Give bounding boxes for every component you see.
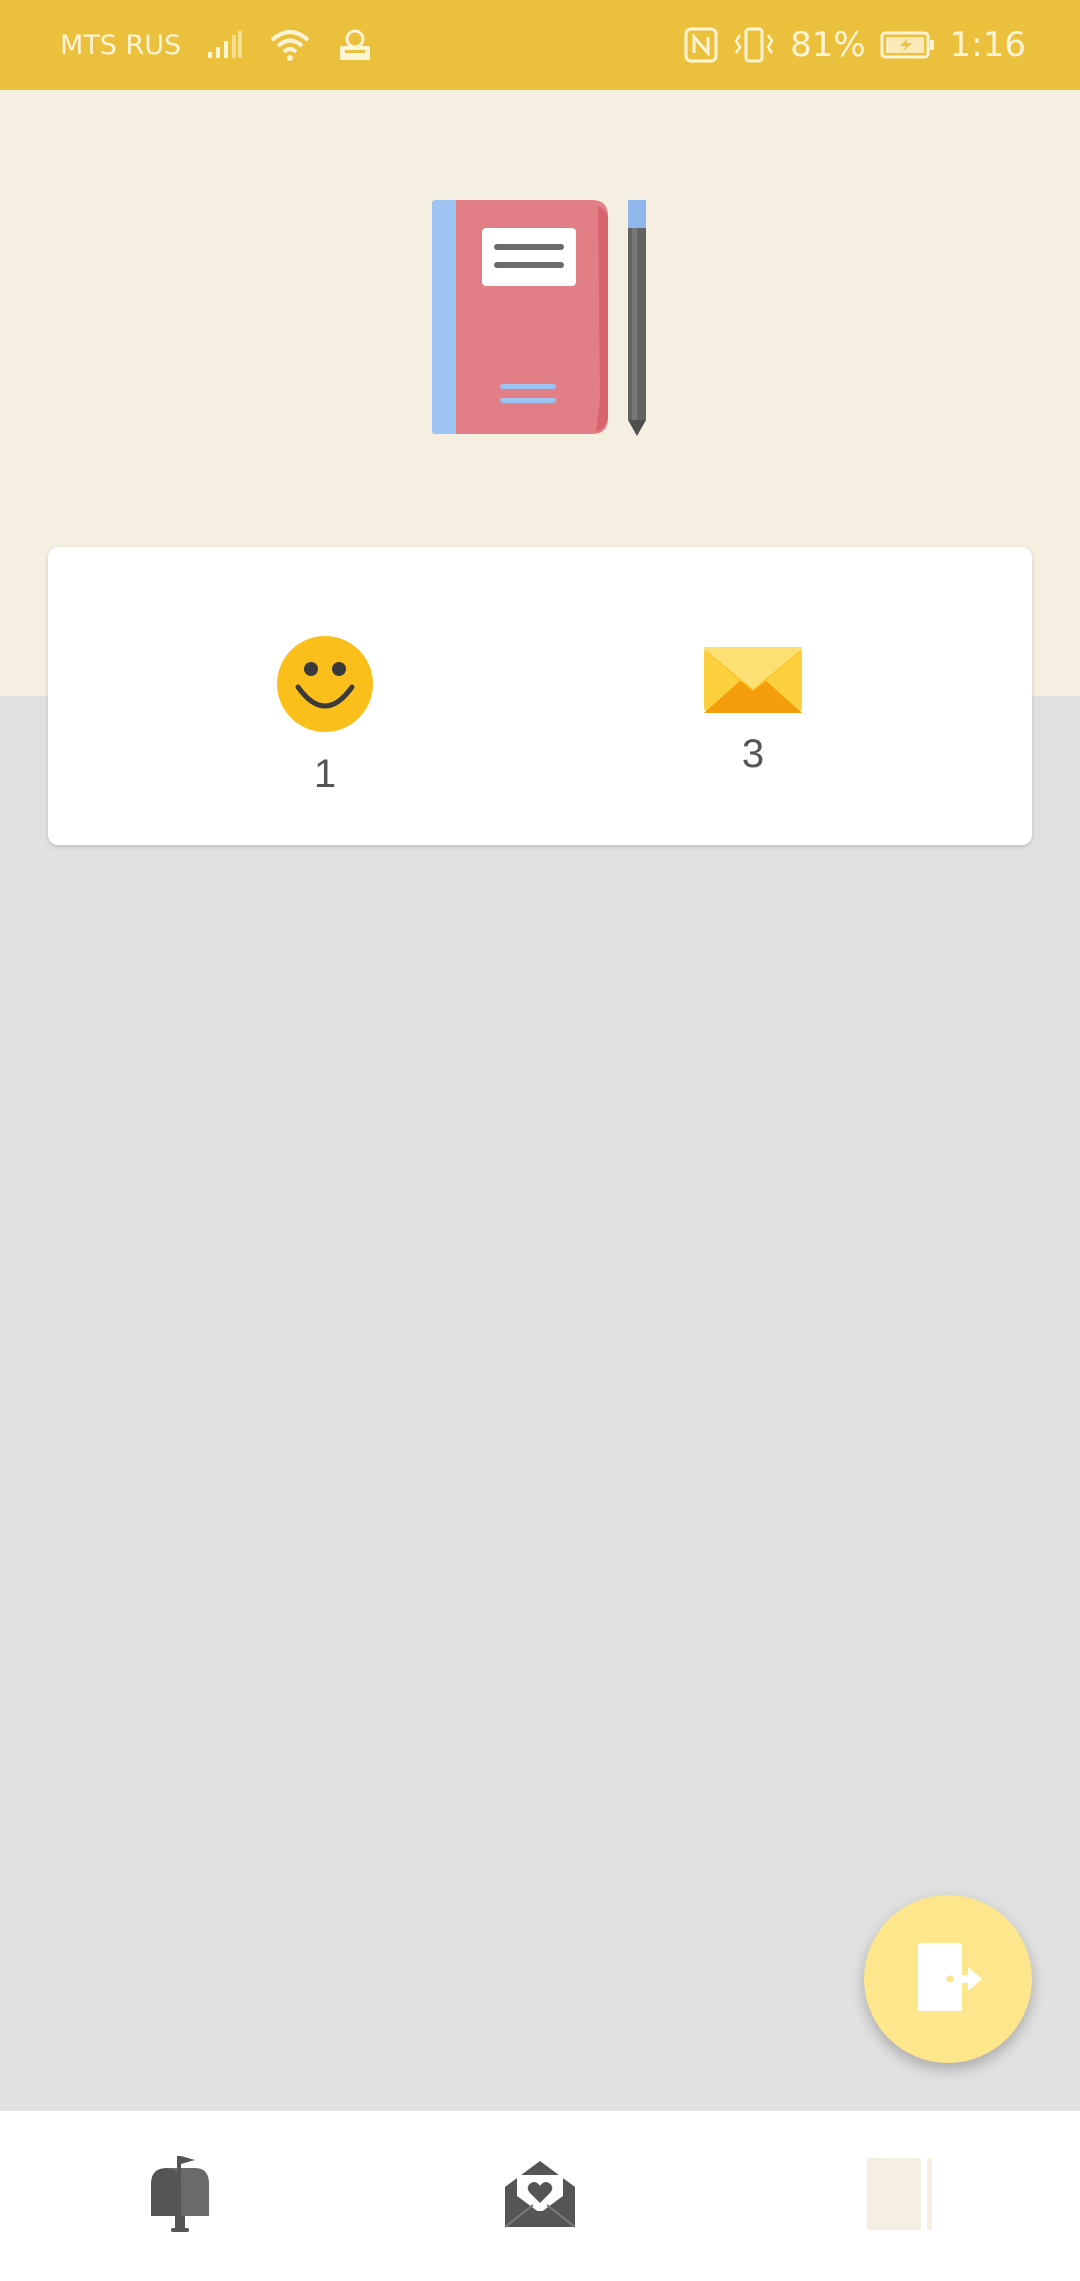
status-left: MTS RUS xyxy=(60,0,373,90)
letters-stat[interactable]: 3 xyxy=(653,647,853,777)
nav-love-letter[interactable] xyxy=(480,2151,600,2241)
status-bar: MTS RUS 81% 1:16 xyxy=(0,0,1080,90)
nav-mailbox[interactable] xyxy=(120,2151,240,2241)
smiles-count: 1 xyxy=(313,752,337,796)
love-letter-icon xyxy=(503,2157,577,2236)
exit-door-icon xyxy=(908,1937,988,2022)
diary-icon xyxy=(865,2156,935,2237)
clock: 1:16 xyxy=(949,25,1026,65)
carrier-name: MTS RUS xyxy=(60,29,182,61)
smiley-icon xyxy=(276,635,374,738)
bottom-navigation xyxy=(0,2110,1080,2281)
exit-button[interactable] xyxy=(864,1895,1032,2063)
mailbox-icon xyxy=(147,2155,213,2237)
status-right: 81% 1:16 xyxy=(684,0,1026,90)
letters-count: 3 xyxy=(741,732,765,776)
stats-card: 1 3 xyxy=(48,547,1032,845)
vibrate-icon xyxy=(732,27,776,63)
smiles-stat[interactable]: 1 xyxy=(225,635,425,797)
wifi-icon xyxy=(269,28,311,62)
signal-icon xyxy=(207,30,243,60)
battery-charging-icon xyxy=(880,30,936,60)
notebook-pen-icon xyxy=(432,200,652,445)
battery-percent: 81% xyxy=(790,25,866,65)
nfc-icon xyxy=(684,27,718,63)
nav-diary[interactable] xyxy=(840,2151,960,2241)
envelope-icon xyxy=(704,647,802,718)
vpn-icon xyxy=(337,28,373,62)
